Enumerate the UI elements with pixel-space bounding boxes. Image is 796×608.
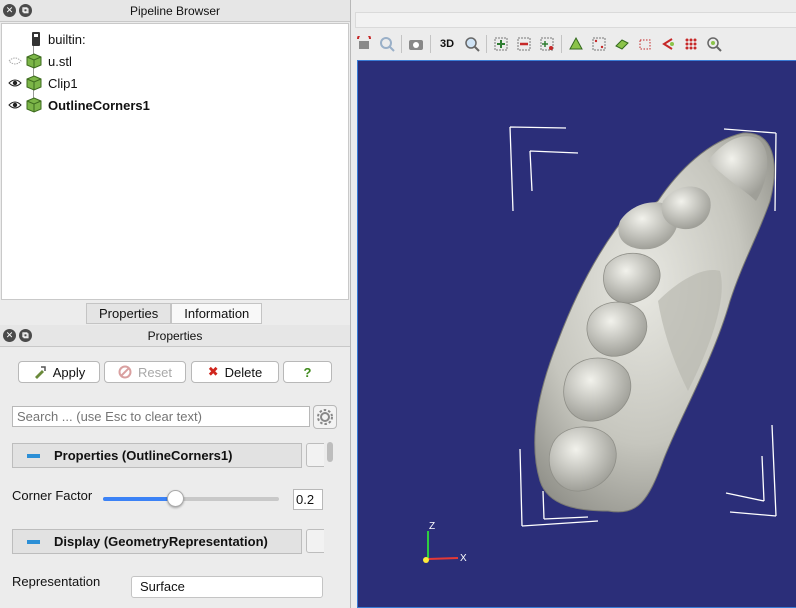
pipeline-tree[interactable]: builtin: u.stl Clip1 OutlineCorners1 (1, 23, 349, 300)
reset-icon (118, 365, 132, 379)
eye-icon[interactable] (8, 78, 22, 88)
pipeline-browser-title: Pipeline Browser (129, 3, 221, 18)
section-title: Properties (OutlineCorners1) (54, 448, 233, 463)
close-icon[interactable]: ✕ (3, 4, 16, 17)
camera-icon[interactable] (407, 35, 425, 53)
slider-fill (103, 497, 176, 501)
tree-item-builtin[interactable]: builtin: (2, 29, 348, 49)
tree-item-label: builtin: (48, 31, 86, 47)
tab-properties[interactable]: Properties (86, 303, 172, 324)
cube-icon (26, 97, 42, 113)
toolbar-separator (430, 35, 431, 53)
left-dock: ✕ ⧉ Pipeline Browser builtin: u.stl Clip… (0, 0, 350, 608)
render-view-area: 3D Z X (350, 0, 796, 608)
tree-item-u-stl[interactable]: u.stl (2, 51, 348, 71)
reset-camera-icon[interactable] (355, 35, 373, 53)
collapse-icon (27, 539, 40, 544)
3d-toggle[interactable]: 3D (436, 35, 458, 53)
view-toolbar: 3D (355, 32, 796, 56)
server-icon (32, 32, 40, 46)
properties-title: Properties (147, 328, 203, 343)
zoom-to-box-icon[interactable] (463, 35, 481, 53)
axis-label-x: X (460, 553, 467, 564)
orientation-axes (423, 531, 459, 563)
render-viewport[interactable]: Z X (357, 60, 796, 608)
cube-icon (26, 53, 42, 69)
section-properties[interactable]: Properties (OutlineCorners1) (12, 443, 302, 468)
tree-item-label: Clip1 (48, 75, 78, 91)
select-cells-frustum-icon[interactable] (567, 35, 585, 53)
tree-item-outlinecorners1[interactable]: OutlineCorners1 (2, 95, 348, 115)
cube-icon (26, 75, 42, 91)
delete-icon: ✖ (207, 364, 219, 379)
delete-button[interactable]: ✖ Delete (191, 361, 279, 383)
apply-button[interactable]: Apply (18, 361, 100, 383)
properties-scrollbar[interactable] (324, 440, 336, 608)
reset-button[interactable]: Reset (104, 361, 186, 383)
axis-label-z: Z (429, 521, 435, 532)
view-tab-strip (355, 12, 796, 28)
float-icon[interactable]: ⧉ (19, 329, 32, 342)
scrollbar-thumb[interactable] (327, 442, 333, 462)
representation-label: Representation (12, 574, 101, 589)
zoom-closest-icon[interactable] (378, 35, 396, 53)
slider-handle[interactable] (167, 490, 185, 507)
collapse-icon (27, 453, 40, 458)
corner-factor-slider[interactable] (103, 497, 279, 501)
select-cells-with-polygon-icon[interactable] (538, 35, 556, 53)
select-points-frustum-icon[interactable] (590, 35, 608, 53)
pipeline-browser-header: ✕ ⧉ Pipeline Browser (0, 0, 350, 22)
tree-item-label: OutlineCorners1 (48, 97, 150, 113)
dental-model (534, 132, 775, 513)
apply-label: Apply (52, 364, 86, 380)
corner-factor-value[interactable]: 0.2 (293, 489, 323, 510)
grow-selection-icon[interactable] (659, 35, 677, 53)
tree-item-clip1[interactable]: Clip1 (2, 73, 348, 93)
advanced-settings-button[interactable] (313, 405, 337, 429)
interactive-select-icon[interactable] (613, 35, 631, 53)
toolbar-separator (401, 35, 402, 53)
corner-factor-label: Corner Factor (12, 488, 93, 503)
toolbar-separator (486, 35, 487, 53)
select-points-on-icon[interactable] (515, 35, 533, 53)
representation-select[interactable]: Surface (131, 576, 323, 598)
query-selection-icon[interactable] (705, 35, 723, 53)
render-scene: Z X (423, 126, 777, 564)
eye-closed-icon[interactable] (8, 56, 22, 66)
apply-icon (34, 366, 46, 379)
tab-information[interactable]: Information (171, 303, 263, 324)
tree-item-label: u.stl (48, 53, 72, 69)
reset-label: Reset (138, 364, 172, 380)
search-input[interactable] (12, 406, 310, 427)
hover-points-icon[interactable] (636, 35, 654, 53)
section-title: Display (GeometryRepresentation) (54, 534, 268, 549)
select-cells-on-icon[interactable] (492, 35, 510, 53)
help-button[interactable]: ? (283, 361, 332, 383)
properties-header: ✕ ⧉ Properties (0, 325, 350, 347)
section-display[interactable]: Display (GeometryRepresentation) (12, 529, 302, 554)
close-icon[interactable]: ✕ (3, 329, 16, 342)
delete-label: Delete (224, 364, 263, 380)
toolbar-separator (561, 35, 562, 53)
float-icon[interactable]: ⧉ (19, 4, 32, 17)
gear-icon (317, 409, 333, 425)
find-data-icon[interactable] (682, 35, 700, 53)
eye-icon[interactable] (8, 100, 22, 110)
dock-tabs: Properties Information (86, 303, 263, 324)
